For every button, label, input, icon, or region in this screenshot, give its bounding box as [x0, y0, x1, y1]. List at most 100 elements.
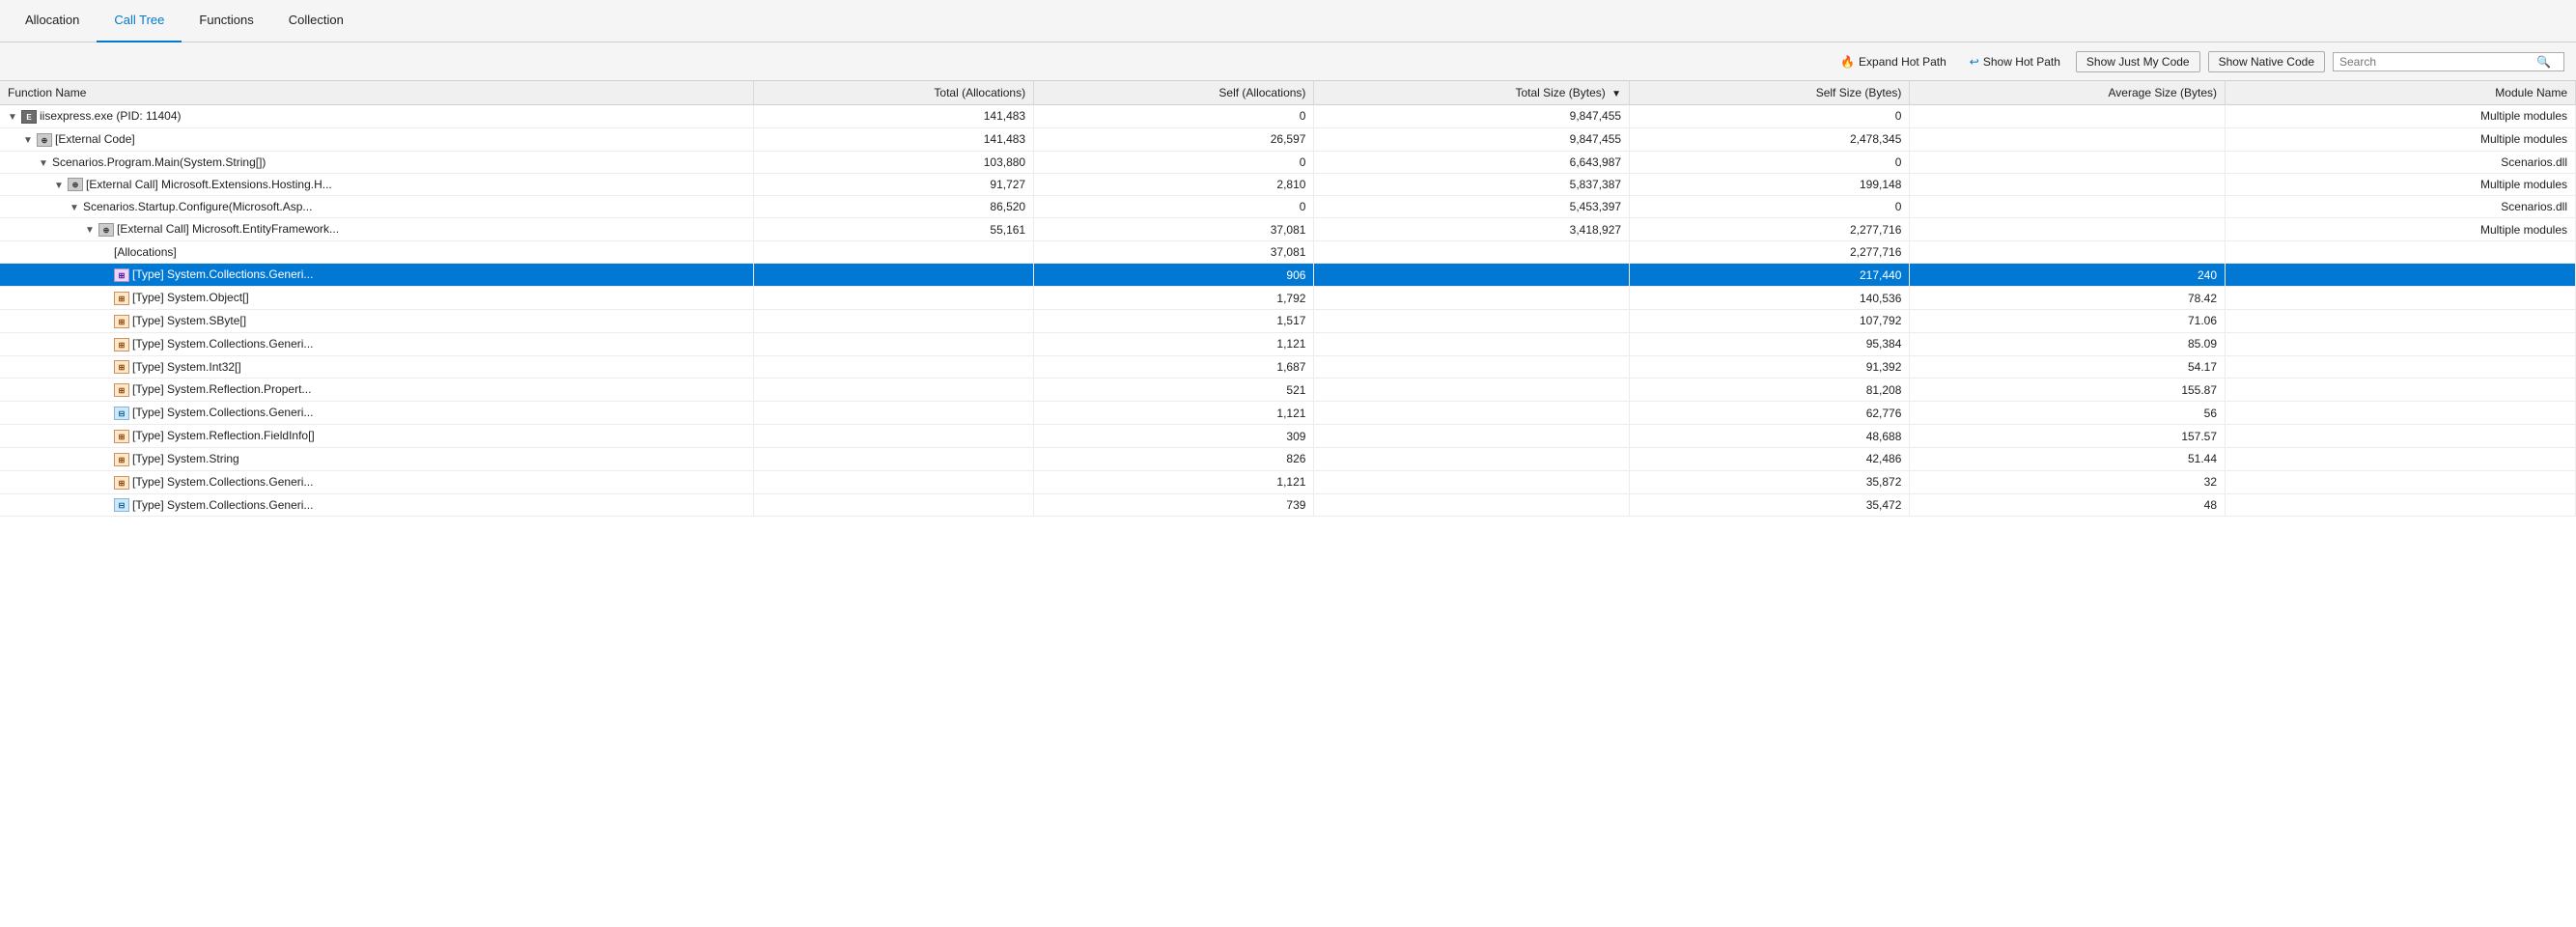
cell-self-size: 2,277,716: [1630, 218, 1910, 241]
cell-total-alloc: 91,727: [753, 173, 1033, 196]
cell-func-name: ⊞[Type] System.Collections.Generi...: [0, 332, 753, 355]
cell-total-alloc: [753, 447, 1033, 470]
expand-arrow[interactable]: [54, 181, 68, 191]
tab-call-tree[interactable]: Call Tree: [97, 0, 182, 42]
cell-self-size: 199,148: [1630, 173, 1910, 196]
hot-path-arrow-icon: ↩: [1970, 55, 1979, 69]
table-container[interactable]: Function Name Total (Allocations) Self (…: [0, 81, 2576, 927]
func-name-text: [Type] System.String: [132, 452, 239, 465]
table-row[interactable]: Eiisexpress.exe (PID: 11404)141,48309,84…: [0, 105, 2576, 128]
cell-self-alloc: 1,517: [1034, 309, 1314, 332]
func-name-text: [Type] System.Object[]: [132, 291, 249, 304]
cell-self-size: 35,872: [1630, 470, 1910, 493]
show-hot-path-button[interactable]: ↩ Show Hot Path: [1962, 52, 2068, 71]
cell-self-alloc: 2,810: [1034, 173, 1314, 196]
cell-module: [2226, 470, 2576, 493]
cell-avg-size: 78.42: [1910, 287, 2226, 310]
expand-arrow[interactable]: [23, 135, 37, 146]
table-row[interactable]: ⊞[Type] System.Object[]1,792140,53678.42: [0, 287, 2576, 310]
expand-arrow[interactable]: [39, 158, 52, 169]
col-header-module[interactable]: Module Name: [2226, 81, 2576, 105]
cell-avg-size: [1910, 218, 2226, 241]
table-row[interactable]: ⊕[External Code]141,48326,5979,847,4552,…: [0, 127, 2576, 151]
expand-hot-path-button[interactable]: 🔥 Expand Hot Path: [1833, 52, 1954, 71]
cell-func-name: [Allocations]: [0, 241, 753, 264]
sort-desc-icon: ▼: [1611, 89, 1621, 99]
cell-self-alloc: 37,081: [1034, 241, 1314, 264]
col-header-self-alloc[interactable]: Self (Allocations): [1034, 81, 1314, 105]
table-row[interactable]: ⊕[External Call] Microsoft.EntityFramewo…: [0, 218, 2576, 241]
search-icon: 🔍: [2536, 55, 2551, 69]
table-row[interactable]: [Allocations]37,0812,277,716: [0, 241, 2576, 264]
table-row[interactable]: ⊞[Type] System.Int32[]1,68791,39254.17: [0, 355, 2576, 379]
cell-self-size: 42,486: [1630, 447, 1910, 470]
table-row[interactable]: ⊞[Type] System.Collections.Generi...1,12…: [0, 470, 2576, 493]
table-row[interactable]: Scenarios.Startup.Configure(Microsoft.As…: [0, 196, 2576, 218]
func-name-text: [Type] System.Collections.Generi...: [132, 337, 313, 351]
cell-avg-size: [1910, 105, 2226, 128]
table-row[interactable]: ⊞[Type] System.Reflection.Propert...5218…: [0, 379, 2576, 402]
cell-module: [2226, 332, 2576, 355]
table-row[interactable]: ⊕[External Call] Microsoft.Extensions.Ho…: [0, 173, 2576, 196]
cell-total-size: 6,643,987: [1314, 151, 1630, 173]
tab-functions[interactable]: Functions: [182, 0, 270, 42]
cell-module: Multiple modules: [2226, 218, 2576, 241]
expand-arrow[interactable]: [70, 203, 83, 213]
cell-self-size: 140,536: [1630, 287, 1910, 310]
cell-avg-size: [1910, 127, 2226, 151]
cell-avg-size: 51.44: [1910, 447, 2226, 470]
cell-self-size: 91,392: [1630, 355, 1910, 379]
table-row[interactable]: ⊞[Type] System.SByte[]1,517107,79271.06: [0, 309, 2576, 332]
search-box[interactable]: 🔍: [2333, 52, 2564, 71]
func-name-text: [Type] System.Reflection.Propert...: [132, 382, 311, 396]
cell-total-alloc: [753, 470, 1033, 493]
search-input[interactable]: [2339, 55, 2533, 69]
cell-func-name: ⊟[Type] System.Collections.Generi...: [0, 402, 753, 425]
cell-func-name: ⊞[Type] System.Collections.Generi...: [0, 470, 753, 493]
table-row[interactable]: ⊞[Type] System.Reflection.FieldInfo[]309…: [0, 425, 2576, 448]
cell-total-size: 5,837,387: [1314, 173, 1630, 196]
cell-total-size: 3,418,927: [1314, 218, 1630, 241]
cell-func-name: ⊞[Type] System.Object[]: [0, 287, 753, 310]
expand-arrow[interactable]: [8, 112, 21, 123]
cell-func-name: ⊕[External Call] Microsoft.Extensions.Ho…: [0, 173, 753, 196]
table-row[interactable]: ⊟[Type] System.Collections.Generi...7393…: [0, 493, 2576, 517]
cell-self-alloc: 1,121: [1034, 402, 1314, 425]
cell-total-alloc: [753, 355, 1033, 379]
expand-arrow[interactable]: [85, 225, 98, 236]
table-row[interactable]: ⊟[Type] System.Collections.Generi... 1,12…: [0, 402, 2576, 425]
func-name-text: Scenarios.Startup.Configure(Microsoft.As…: [83, 200, 312, 213]
cell-self-alloc: 1,121: [1034, 332, 1314, 355]
table-row[interactable]: Scenarios.Program.Main(System.String[])1…: [0, 151, 2576, 173]
cell-self-alloc: 309: [1034, 425, 1314, 448]
cell-module: [2226, 287, 2576, 310]
tab-collection[interactable]: Collection: [271, 0, 361, 42]
cell-func-name: ⊞[Type] System.Reflection.Propert...: [0, 379, 753, 402]
cell-total-size: [1314, 470, 1630, 493]
table-row[interactable]: ⊞[Type] System.Collections.Generi... 1,12…: [0, 332, 2576, 355]
col-header-total-size[interactable]: Total Size (Bytes) ▼: [1314, 81, 1630, 105]
func-name-text: [Allocations]: [114, 245, 177, 259]
cell-total-size: [1314, 355, 1630, 379]
cell-self-alloc: 906: [1034, 264, 1314, 287]
col-header-self-size[interactable]: Self Size (Bytes): [1630, 81, 1910, 105]
table-row[interactable]: ⊞[Type] System.String82642,48651.44: [0, 447, 2576, 470]
func-name-text: Scenarios.Program.Main(System.String[]): [52, 155, 266, 169]
cell-self-size: 0: [1630, 196, 1910, 218]
cell-avg-size: 48: [1910, 493, 2226, 517]
col-header-total-alloc[interactable]: Total (Allocations): [753, 81, 1033, 105]
func-name-text: [Type] System.Collections.Generi...: [132, 406, 313, 419]
cell-self-size: 217,440: [1630, 264, 1910, 287]
show-native-code-button[interactable]: Show Native Code: [2208, 51, 2325, 72]
cell-module: Scenarios.dll: [2226, 151, 2576, 173]
cell-self-size: 107,792: [1630, 309, 1910, 332]
cell-self-size: 48,688: [1630, 425, 1910, 448]
tab-allocation[interactable]: Allocation: [8, 0, 97, 42]
col-header-func-name[interactable]: Function Name: [0, 81, 753, 105]
col-header-avg-size[interactable]: Average Size (Bytes): [1910, 81, 2226, 105]
table-row[interactable]: ⊞[Type] System.Collections.Generi...9062…: [0, 264, 2576, 287]
cell-total-size: [1314, 264, 1630, 287]
show-just-my-code-button[interactable]: Show Just My Code: [2076, 51, 2200, 72]
cell-self-alloc: 0: [1034, 196, 1314, 218]
cell-func-name: Scenarios.Startup.Configure(Microsoft.As…: [0, 196, 753, 218]
